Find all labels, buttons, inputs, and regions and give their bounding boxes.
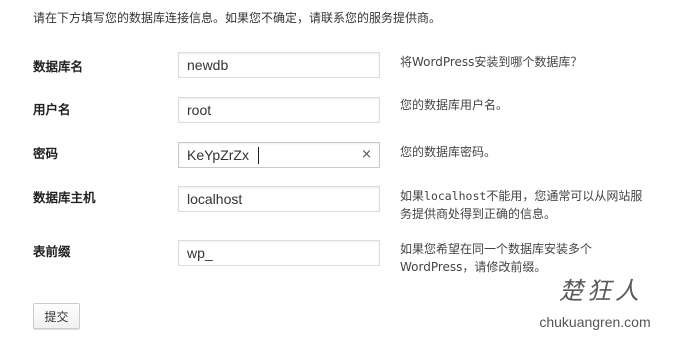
dbname-description: 将WordPress安装到哪个数据库？ <box>400 55 583 69</box>
clear-icon[interactable]: × <box>361 146 372 164</box>
submit-button[interactable]: 提交 <box>33 303 80 329</box>
watermark-name: 楚狂人 <box>559 277 643 305</box>
username-input[interactable] <box>179 99 359 121</box>
localhost-code: localhost <box>424 189 487 203</box>
prefix-description: 如果您希望在同一个数据库安装多个 WordPress，请修改前缀。 <box>400 240 592 276</box>
prefix-field[interactable] <box>178 240 380 266</box>
password-description: 您的数据库密码。 <box>400 145 497 159</box>
watermark: 楚狂人 chukuangren.com <box>520 277 670 331</box>
username-description: 您的数据库用户名。 <box>400 98 509 112</box>
dbhost-description-line2: 务提供商处得到正确的信息。 <box>400 207 557 221</box>
dbname-input[interactable] <box>179 54 359 76</box>
prefix-description-line2: WordPress，请修改前缀。 <box>400 260 547 274</box>
username-label: 用户名 <box>33 102 71 117</box>
watermark-url: chukuangren.com <box>539 314 651 330</box>
username-field[interactable] <box>178 97 380 123</box>
prefix-label: 表前缀 <box>33 244 71 259</box>
dbname-label: 数据库名 <box>33 59 84 74</box>
prefix-description-line1: 如果您希望在同一个数据库安装多个 <box>400 242 593 256</box>
dbhost-description: 如果localhost不能用，您通常可以从网站服 务提供商处得到正确的信息。 <box>400 187 642 223</box>
dbname-field[interactable] <box>178 52 380 78</box>
password-label: 密码 <box>33 146 59 161</box>
prefix-input[interactable] <box>179 242 359 264</box>
password-input[interactable] <box>179 144 359 166</box>
dbhost-label: 数据库主机 <box>33 190 96 205</box>
dbhost-field[interactable] <box>178 186 380 212</box>
dbhost-input[interactable] <box>179 188 359 210</box>
intro-text: 请在下方填写您的数据库连接信息。如果您不确定，请联系您的服务提供商。 <box>33 11 442 25</box>
dbhost-description-line1: 如果localhost不能用，您通常可以从网站服 <box>400 189 643 203</box>
password-field[interactable]: × <box>178 142 380 168</box>
text-caret <box>258 147 259 164</box>
